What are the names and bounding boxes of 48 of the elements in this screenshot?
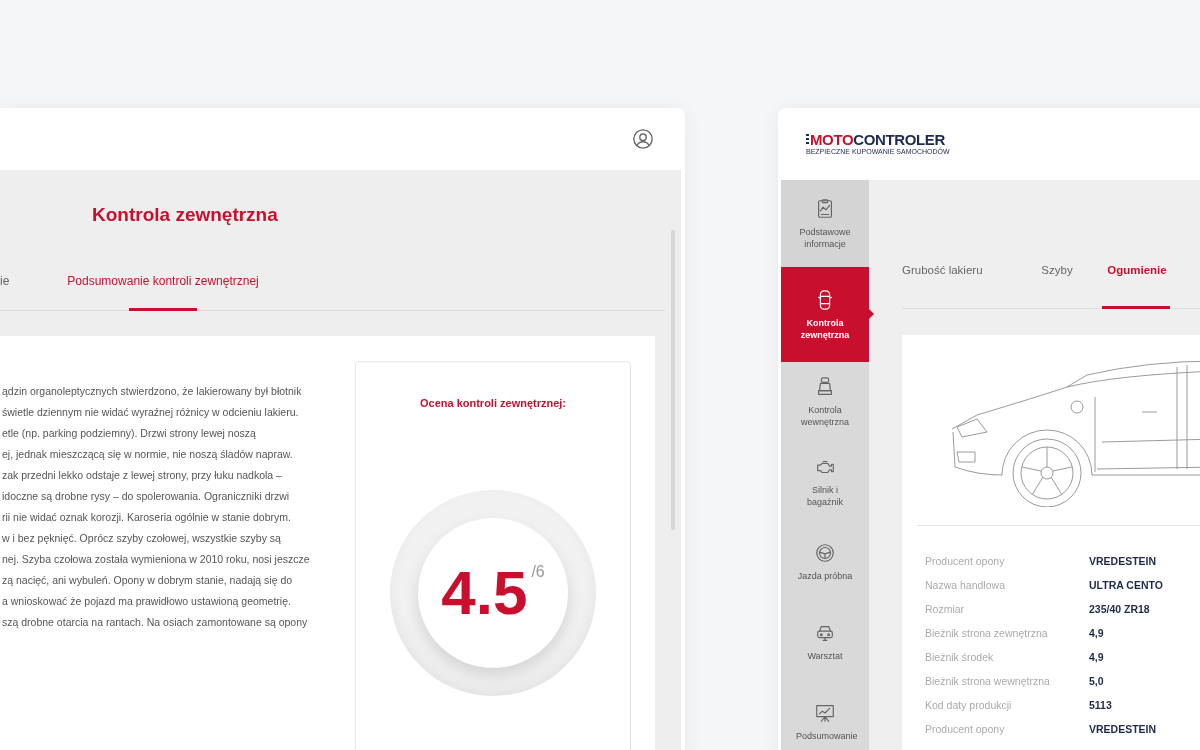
summary-text: etle (np. parking podziemny). Drzwi strony lewej noszą [2, 426, 257, 441]
detail-label: Rozmiar [925, 602, 966, 618]
detail-value: 4,9 [1089, 650, 1104, 666]
summary-text: w i bez pęknięć. Oprócz szyby czołowej, wszystkie szyby są [2, 531, 282, 546]
user-icon[interactable] [632, 128, 654, 150]
summary-text: idoczne są drobne rysy – do spolerowania. Ograniczniki drzwi [2, 489, 291, 504]
detail-value: VREDESTEIN [1089, 722, 1157, 738]
detail-label: Kod daty produkcji [925, 698, 1013, 714]
presentation-chart-icon [814, 702, 836, 724]
score-label: Ocena kontroli zewnętrznej: [419, 396, 567, 411]
detail-label: Bieżnik strona zewnętrzna [925, 626, 1049, 642]
detail-label: Nazwa handlowa [925, 578, 1006, 594]
detail-value: 4,9 [1089, 626, 1104, 642]
summary-text: szą drobne otarcia na rantach. Na osiach zamontowane są opony [2, 615, 309, 630]
detail-label: Bieżnik strona wewnętrzna [925, 674, 1051, 690]
steering-wheel-icon [814, 542, 836, 564]
detail-value: 5,0 [1089, 674, 1104, 690]
summary-text: świetle dziennym nie widać wyraźnej różnicy w odcieniu lakieru. [2, 405, 300, 420]
detail-value: 5113 [1089, 698, 1112, 714]
tab[interactable]: Ogumienie [1102, 256, 1172, 308]
tab[interactable]: ie [0, 266, 10, 310]
summary-text: a wnioskować że pojazd ma prawidłowo ustawioną geometrię. [2, 594, 292, 609]
logo-mark-icon [806, 133, 809, 146]
sidebar-item[interactable]: Warsztat [781, 602, 869, 682]
summary-text: rii nie widać oznak korozji. Karoseria ogólnie w stanie dobrym. [2, 510, 292, 525]
detail-label: Producent opony [925, 554, 1006, 570]
sidebar-item[interactable]: Kontrola wewnętrzna [781, 362, 869, 442]
sidebar-item[interactable]: Podstawowe informacje [781, 180, 869, 267]
logo-text: MOTOCONTROLER [810, 132, 945, 147]
summary-text: zą nacięć, ani wybuleń. Opony w dobrym stanie, nadają się do [2, 573, 294, 588]
detail-label: Producent opony [925, 722, 1006, 738]
summary-text: ądzin organoleptycznych stwierdzono, że lakierowany był błotnik [2, 384, 303, 399]
tab[interactable]: Grubość lakieru [902, 256, 1012, 308]
summary-text: nej. Szyba czołowa została wymieniona w 2010 roku, nosi jeszcze [2, 552, 311, 567]
detail-value: 235/40 ZR18 [1089, 602, 1150, 618]
sidebar-item[interactable]: Jazda próbna [781, 522, 869, 602]
sidebar-item[interactable]: Kontrola zewnętrzna [781, 267, 869, 362]
score-value: 4.5 [441, 561, 528, 624]
detail-value: ULTRA CENTO [1089, 578, 1163, 594]
detail-label: Bieżnik środek [925, 650, 995, 666]
detail-value: VREDESTEIN [1089, 554, 1157, 570]
score-max: /6 [531, 561, 545, 582]
page-title: Kontrola zewnętrzna [92, 205, 278, 224]
tab[interactable]: Podsumowanie kontroli zewnętrznej [67, 266, 259, 310]
sidebar-item[interactable]: Podsumowanie [781, 682, 869, 750]
tab[interactable]: Szyby [1012, 256, 1102, 308]
summary-text: zak przedni lekko odstaje z lewej strony, przy łuku nadkola – [2, 468, 283, 483]
summary-text: ej, jednak mieszczącą się w normie, nie noszą śladów napraw. [2, 447, 294, 462]
